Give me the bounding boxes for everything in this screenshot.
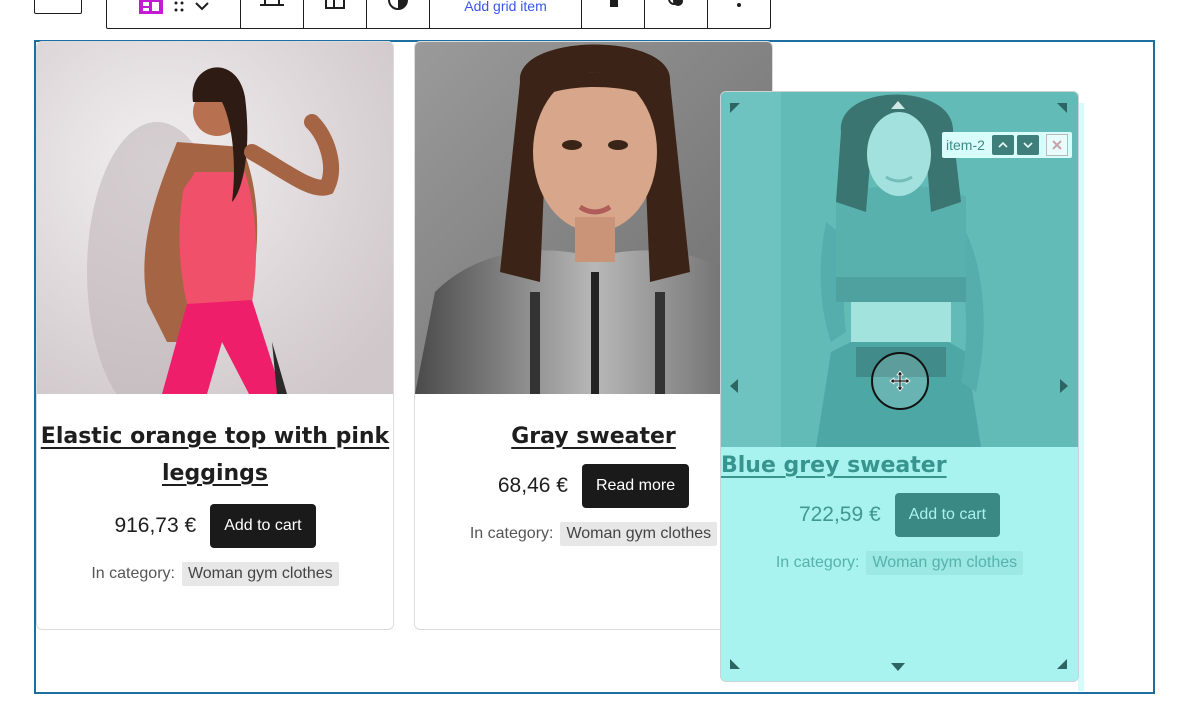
resize-handle-right[interactable] [1060, 379, 1068, 393]
block-type-group [107, 0, 241, 28]
product-card-1[interactable]: Elastic orange top with pink leggings 91… [36, 41, 394, 630]
product-card-body: Blue grey sweater 722,59 € Add to cart I… [721, 447, 1078, 575]
more-options-icon [737, 0, 741, 9]
resize-handle-top-right[interactable] [1057, 103, 1067, 113]
product-image[interactable] [37, 42, 393, 394]
product-price: 68,46 € [497, 474, 568, 497]
category-label: In category: [775, 554, 860, 571]
align-icon [260, 0, 284, 8]
add-to-cart-button[interactable]: Add to cart [894, 493, 1001, 537]
layout-button[interactable] [304, 0, 367, 28]
resize-handle-bottom[interactable] [891, 663, 905, 671]
grid-item-toolbar: item-2 [942, 132, 1072, 158]
move-down-button[interactable] [1016, 135, 1039, 155]
category-tag[interactable]: Woman gym clothes [866, 551, 1024, 575]
category-row: In category: Woman gym clothes [415, 522, 772, 546]
link-button[interactable] [645, 0, 708, 28]
contrast-icon [387, 0, 409, 11]
dragged-grid-item[interactable]: Blue grey sweater 722,59 € Add to cart I… [720, 91, 1079, 682]
grid-item-label: item-2 [946, 137, 985, 153]
align-button[interactable] [241, 0, 304, 28]
drag-handle-icon[interactable] [173, 0, 185, 12]
grid-block-icon[interactable] [138, 0, 163, 14]
category-label: In category: [91, 565, 175, 582]
resize-handle-bottom-left[interactable] [730, 659, 740, 669]
product-price: 916,73 € [114, 514, 197, 537]
add-grid-item-label: Add grid item [464, 0, 547, 14]
category-row: In category: Woman gym clothes [37, 562, 393, 586]
product-image[interactable] [415, 42, 772, 394]
style-button[interactable] [367, 0, 430, 28]
product-price: 722,59 € [798, 503, 881, 526]
add-grid-item-button[interactable]: Add grid item [430, 0, 582, 28]
resize-handle-top[interactable] [891, 101, 905, 109]
category-tag[interactable]: Woman gym clothes [181, 562, 339, 586]
product-title-link[interactable]: Elastic orange top with pink leggings [37, 418, 393, 492]
link-icon [666, 0, 686, 9]
category-row: In category: Woman gym clothes [721, 551, 1078, 575]
product-title-line-2: leggings [161, 461, 268, 486]
category-label: In category: [469, 525, 554, 542]
price-row: 68,46 € Read more [415, 464, 772, 508]
more-options-button[interactable] [708, 0, 770, 28]
product-card-body: Gray sweater 68,46 € Read more In catego… [415, 418, 772, 546]
close-icon [1052, 140, 1062, 150]
paragraph-icon [607, 0, 619, 9]
add-to-cart-button[interactable]: Add to cart [210, 504, 316, 548]
remove-item-button[interactable] [1045, 134, 1068, 156]
price-row: 722,59 € Add to cart [721, 493, 1078, 537]
move-cursor-icon [871, 352, 929, 410]
product-title-line-1: Elastic orange top with pink [40, 424, 390, 449]
category-tag[interactable]: Woman gym clothes [560, 522, 718, 546]
product-title-link[interactable]: Blue grey sweater [721, 447, 1078, 484]
product-card-body: Elastic orange top with pink leggings 91… [37, 418, 393, 586]
previous-block-stub[interactable] [34, 0, 82, 14]
paragraph-button[interactable] [582, 0, 645, 28]
resize-handle-bottom-right[interactable] [1057, 659, 1067, 669]
price-row: 916,73 € Add to cart [37, 504, 393, 548]
layout-icon [325, 0, 345, 9]
resize-handle-left[interactable] [730, 379, 738, 393]
product-title-link[interactable]: Gray sweater [415, 418, 772, 455]
block-toolbar: Add grid item [106, 0, 771, 29]
chevron-down-icon [1023, 142, 1033, 149]
resize-handle-top-left[interactable] [730, 103, 740, 113]
chevron-down-icon[interactable] [194, 0, 209, 12]
read-more-button[interactable]: Read more [581, 464, 690, 508]
move-up-button[interactable] [991, 135, 1014, 155]
chevron-up-icon [998, 141, 1008, 148]
